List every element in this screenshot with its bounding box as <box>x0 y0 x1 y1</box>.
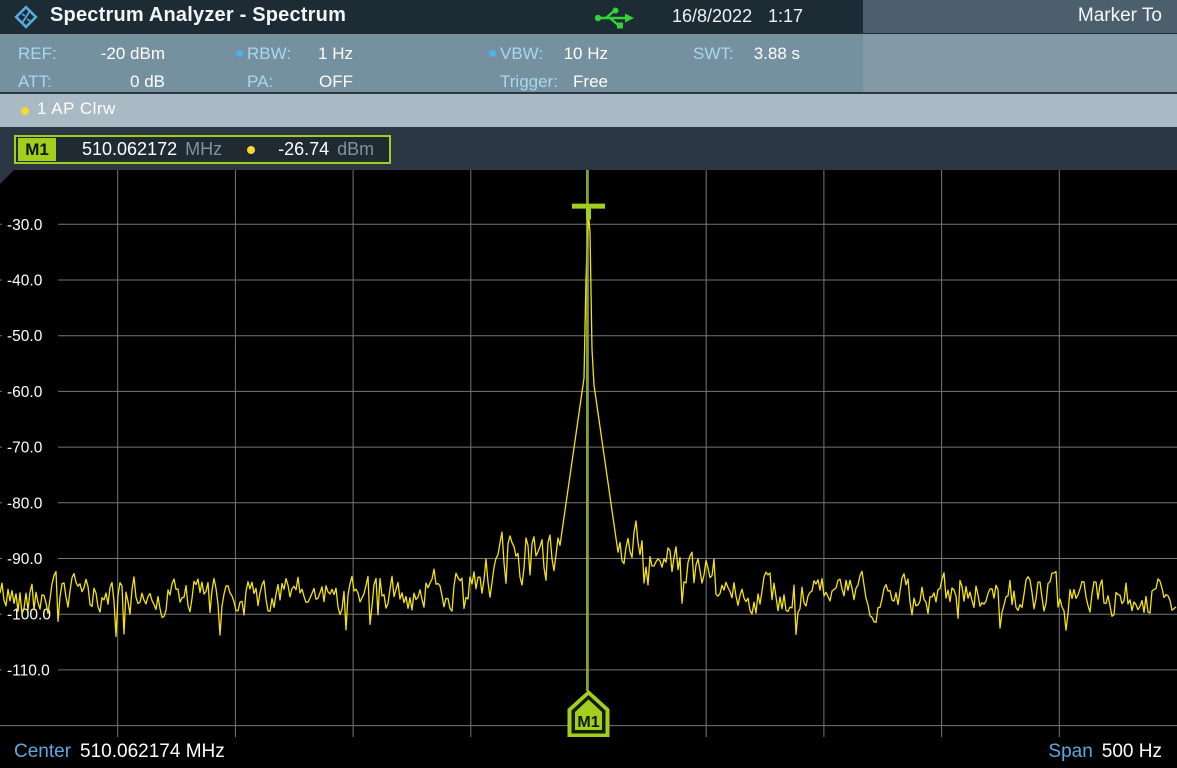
trace-info-label: 1 AP Clrw <box>37 99 116 119</box>
marker-name-chip: M1 <box>18 138 56 161</box>
y-tick-label: -100.0 <box>7 607 51 624</box>
center-frequency-field[interactable]: Center 510.062174 MHz <box>14 741 225 763</box>
trigger-value[interactable]: Free <box>558 70 608 94</box>
spectrum-analyzer-screen: Spectrum Analyzer - Spectrum 16/8/2022 1… <box>0 0 1177 768</box>
usb-icon <box>594 6 634 30</box>
trace-active-bullet-icon <box>21 107 29 115</box>
y-tick-label: -60.0 <box>7 384 43 401</box>
att-label: ATT: <box>18 70 52 94</box>
softkey-panel[interactable]: Marker To <box>863 0 1177 33</box>
y-tick-label: -90.0 <box>7 551 43 568</box>
chart-corner-notch <box>0 170 14 184</box>
marker-level-value: -26.74 <box>278 139 329 160</box>
marker-flag-label: M1 <box>577 714 599 731</box>
marker-frequency-unit: MHz <box>185 139 222 160</box>
marker-peak-icon <box>572 204 605 209</box>
span-value: 500 Hz <box>1102 741 1162 763</box>
y-tick-label: -70.0 <box>7 440 43 457</box>
title-bar: Spectrum Analyzer - Spectrum 16/8/2022 1… <box>0 0 1177 34</box>
marker-trace-bullet-icon <box>247 146 255 154</box>
vbw-label: VBW: <box>500 42 543 66</box>
att-value[interactable]: 0 dB <box>60 70 165 94</box>
marker-readout-box[interactable]: M1 510.062172 MHz -26.74 dBm <box>14 135 391 164</box>
settings-header-right <box>863 34 1177 92</box>
vbw-coupled-bullet-icon <box>489 50 496 57</box>
rbw-value[interactable]: 1 Hz <box>260 42 353 66</box>
swt-label: SWT: <box>693 42 734 66</box>
trigger-label: Trigger: <box>500 70 558 94</box>
marker-to-button[interactable]: Marker To <box>1078 5 1162 27</box>
status-date: 16/8/2022 <box>672 6 752 27</box>
ref-label: REF: <box>18 42 57 66</box>
status-time: 1:17 <box>768 6 803 27</box>
y-tick-label: -40.0 <box>7 273 43 290</box>
y-tick-label: -80.0 <box>7 495 43 512</box>
y-tick-label: -110.0 <box>7 662 50 679</box>
chart-header-band: M1 510.062172 MHz -26.74 dBm <box>0 127 1177 170</box>
ref-value[interactable]: -20 dBm <box>60 42 165 66</box>
center-value: 510.062174 MHz <box>80 741 225 763</box>
swt-value[interactable]: 3.88 s <box>740 42 800 66</box>
rbw-coupled-bullet-icon <box>236 50 243 57</box>
marker-peak-stem <box>586 209 591 220</box>
trace-info-row[interactable]: 1 AP Clrw <box>0 94 1177 127</box>
marker-level-unit: dBm <box>337 139 374 160</box>
center-label: Center <box>14 741 71 763</box>
marker-frequency-value: 510.062172 <box>82 139 177 160</box>
footer-bar: Center 510.062174 MHz Span 500 Hz <box>0 737 1177 768</box>
settings-header: REF: -20 dBm ATT: 0 dB RBW: 1 Hz PA: OFF… <box>0 34 1177 94</box>
span-field[interactable]: Span 500 Hz <box>1048 741 1162 763</box>
vbw-value[interactable]: 10 Hz <box>558 42 608 66</box>
spectrum-chart-svg: -30.0 -40.0 -50.0 -60.0 -70.0 -80.0 -90.0 -100.… <box>0 170 1177 737</box>
y-tick-label: -30.0 <box>7 217 43 234</box>
span-label: Span <box>1048 741 1092 763</box>
pa-value[interactable]: OFF <box>260 70 353 94</box>
app-title: Spectrum Analyzer - Spectrum <box>50 4 346 27</box>
spectrum-chart[interactable]: -30.0 -40.0 -50.0 -60.0 -70.0 -80.0 -90.0 -100.… <box>0 170 1177 737</box>
y-tick-label: -50.0 <box>7 328 43 345</box>
rs-logo-icon <box>13 4 39 30</box>
